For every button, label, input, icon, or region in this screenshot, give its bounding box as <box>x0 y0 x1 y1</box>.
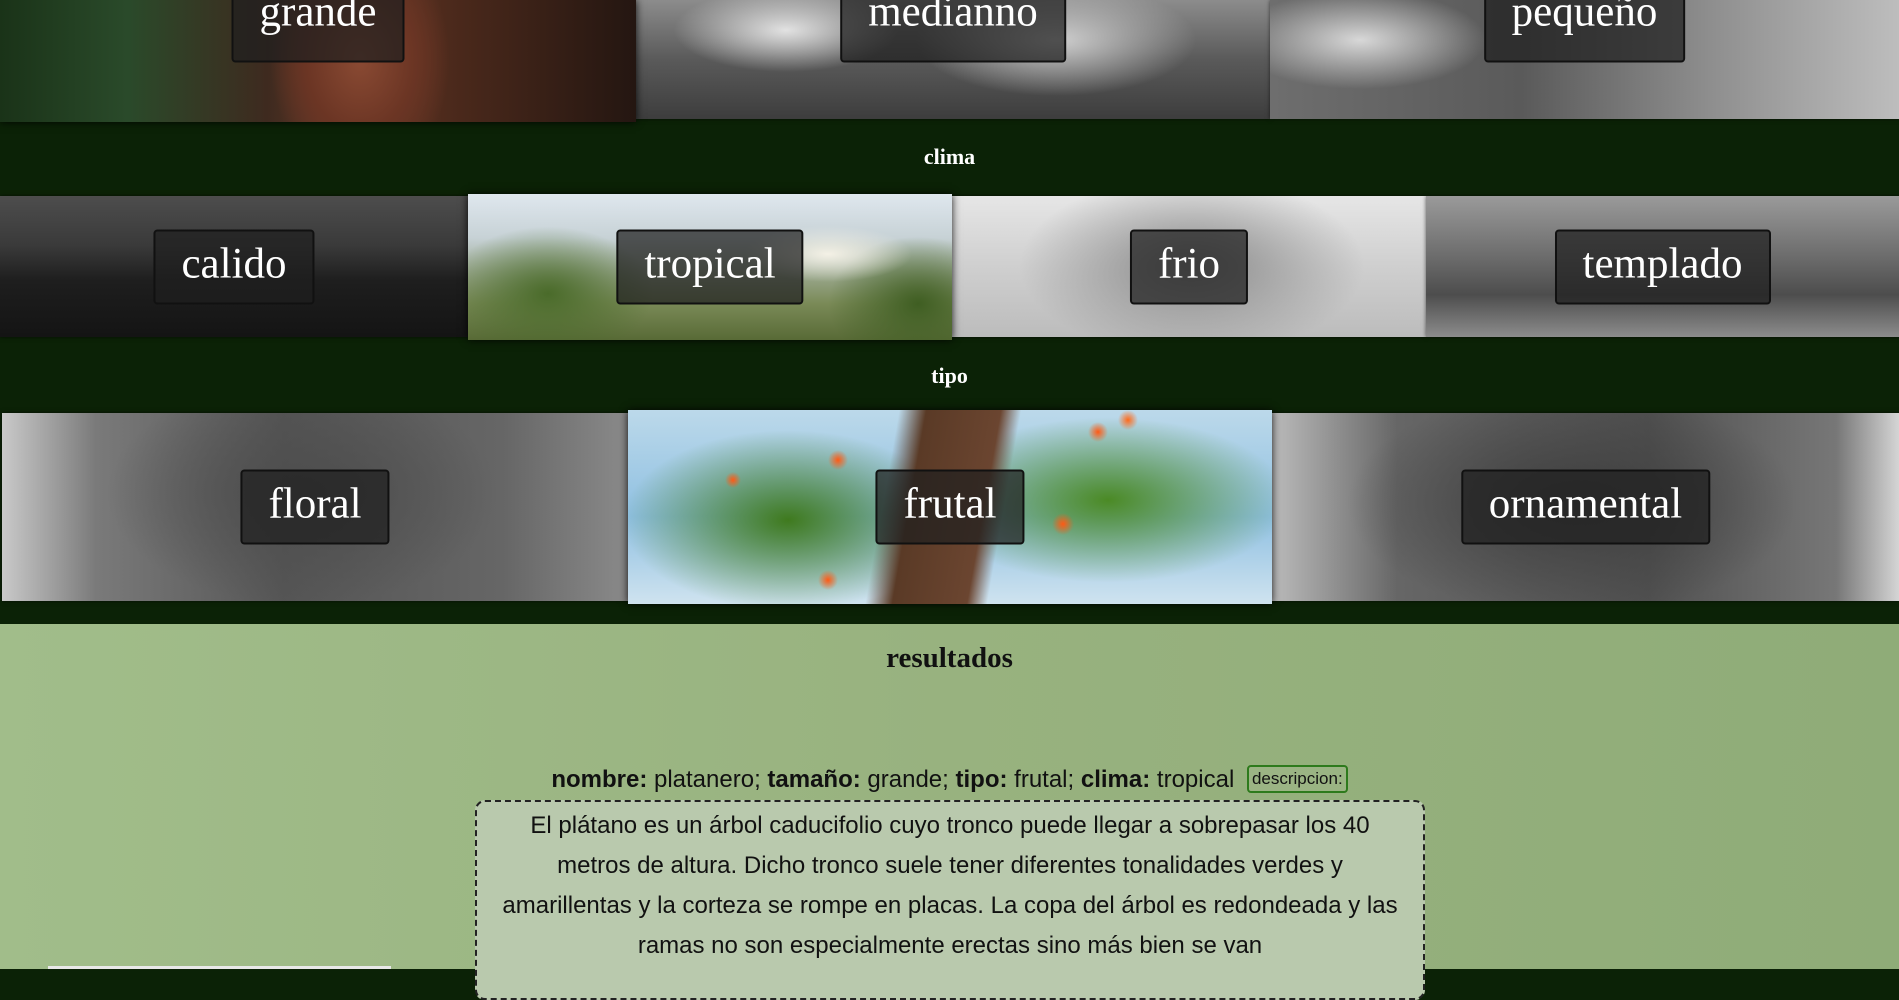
tipo-option-label[interactable]: ornamental <box>1460 469 1711 545</box>
description-box: El plátano es un árbol caducifolio cuyo … <box>475 800 1425 1000</box>
tipo-value: frutal <box>1014 766 1068 793</box>
tamano-value: grande <box>867 766 943 793</box>
tipo-option-frutal[interactable]: frutal <box>628 410 1272 604</box>
clima-heading: clima <box>923 144 976 169</box>
tipo-option-label[interactable]: frutal <box>875 469 1025 545</box>
size-option-grande[interactable]: grande <box>0 0 636 122</box>
tipo-label: tipo: <box>955 766 1008 793</box>
clima-option-tropical[interactable]: tropical <box>468 194 952 340</box>
clima-option-calido[interactable]: calido <box>0 196 468 337</box>
tipo-heading: tipo <box>931 363 968 388</box>
clima-option-label[interactable]: tropical <box>616 229 804 305</box>
size-option-label[interactable]: grande <box>231 0 405 63</box>
clima-value: tropical <box>1156 766 1235 793</box>
size-option-label[interactable]: pequeño <box>1483 0 1686 63</box>
size-option-label[interactable]: medianno <box>840 0 1066 63</box>
descripcion-button[interactable]: descripcion: <box>1246 764 1348 793</box>
clima-option-label[interactable]: calido <box>153 229 315 304</box>
size-option-pequeno[interactable]: pequeño <box>1270 0 1899 119</box>
clima-filter-row: calido tropical frio templado <box>0 194 1899 340</box>
clima-option-label[interactable]: templado <box>1554 229 1771 304</box>
tipo-option-ornamental[interactable]: ornamental <box>1272 413 1899 601</box>
clima-option-frio[interactable]: frio <box>952 196 1426 337</box>
size-option-medianno[interactable]: medianno <box>636 0 1270 119</box>
tipo-filter-row: floral frutal ornamental <box>0 410 1899 606</box>
nombre-label: nombre: <box>551 766 648 793</box>
clima-label: clima: <box>1080 766 1151 793</box>
results-title: resultados <box>886 642 1013 674</box>
clima-option-label[interactable]: frio <box>1129 229 1249 304</box>
results-panel: resultados nombre: platanero; tamaño: gr… <box>0 624 1899 1000</box>
size-filter-row: grande medianno pequeño <box>0 0 1899 122</box>
result-summary: nombre: platanero; tamaño: grande; tipo:… <box>0 764 1899 795</box>
tamano-label: tamaño: <box>767 766 861 793</box>
nombre-value: platanero <box>653 766 755 793</box>
clima-option-templado[interactable]: templado <box>1426 196 1899 337</box>
tipo-option-label[interactable]: floral <box>240 469 390 545</box>
tipo-option-floral[interactable]: floral <box>2 413 628 601</box>
